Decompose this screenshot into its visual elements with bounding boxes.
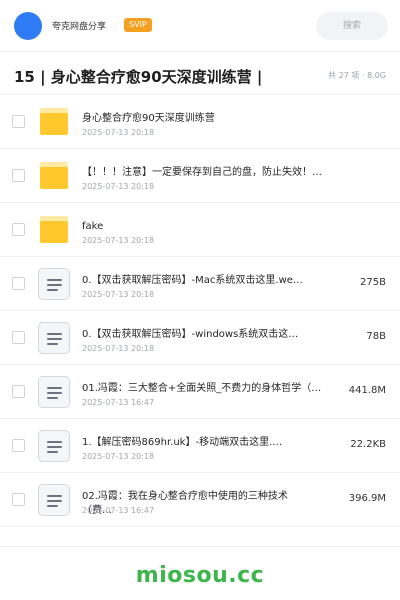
row-checkbox[interactable] (12, 439, 25, 452)
avatar[interactable] (14, 12, 42, 40)
document-icon (38, 484, 70, 516)
item-size: 22.2KB (350, 439, 386, 450)
folder-icon (40, 216, 68, 243)
item-date: 2025-07-13 20:18 (82, 344, 155, 353)
row-checkbox[interactable] (12, 331, 25, 344)
row-checkbox[interactable] (12, 223, 25, 236)
brand-name: 夸克网盘分享 (52, 22, 107, 32)
list-item[interactable]: fake 2025-07-13 20:18 (0, 203, 400, 257)
folder-icon (40, 162, 68, 189)
item-date: 2025-07-13 20:18 (82, 290, 155, 299)
divider (0, 546, 400, 547)
row-checkbox[interactable] (12, 493, 25, 506)
document-icon (38, 430, 70, 462)
svip-badge: SVIP (124, 18, 152, 32)
item-size: 78B (366, 331, 386, 342)
item-name: 01.冯霞：三大整合+全面关照_不费力的身体哲学（… (82, 383, 322, 394)
list-item[interactable]: 1.【解压密码869hr.uk】-移动端双击这里.… 2025-07-13 20… (0, 419, 400, 473)
item-size: 275B (360, 277, 386, 288)
item-date: 2025-07-13 16:47 (82, 398, 155, 407)
list-item[interactable]: 【！！！注意】一定要保存到自己的盘，防止失效！！！ 2025-07-13 20:… (0, 149, 400, 203)
document-icon (38, 376, 70, 408)
file-list: 身心整合疗愈90天深度训练营 2025-07-13 20:18 【！！！注意】一… (0, 95, 400, 527)
row-checkbox[interactable] (12, 169, 25, 182)
list-item[interactable]: 02.冯霞：我在身心整合疗愈中使用的三种技术（费… 2025-07-13 16:… (0, 473, 400, 527)
watermark: miosou.cc (135, 563, 265, 588)
item-date: 2025-07-13 20:18 (82, 236, 155, 245)
top-bar: 夸克网盘分享 SVIP 搜索 (0, 0, 400, 52)
item-name: 【！！！注意】一定要保存到自己的盘，防止失效！！！ (82, 167, 322, 178)
item-name: fake (82, 221, 104, 232)
item-name: 0.【双击获取解压密码】-Mac系统双击这里.we… (82, 275, 303, 286)
folder-icon (40, 108, 68, 135)
list-item[interactable]: 01.冯霞：三大整合+全面关照_不费力的身体哲学（… 2025-07-13 16… (0, 365, 400, 419)
item-name: 0.【双击获取解压密码】-windows系统双击这… (82, 329, 299, 340)
list-item[interactable]: 0.【双击获取解压密码】-Mac系统双击这里.we… 2025-07-13 20… (0, 257, 400, 311)
item-size: 441.8M (348, 385, 386, 396)
search-button[interactable]: 搜索 (316, 12, 388, 40)
item-name: 身心整合疗愈90天深度训练营 (82, 113, 215, 124)
list-item[interactable]: 0.【双击获取解压密码】-windows系统双击这… 2025-07-13 20… (0, 311, 400, 365)
item-date: 2025-07-13 20:18 (82, 182, 155, 191)
document-icon (38, 268, 70, 300)
row-checkbox[interactable] (12, 115, 25, 128)
row-checkbox[interactable] (12, 385, 25, 398)
list-item[interactable]: 身心整合疗愈90天深度训练营 2025-07-13 20:18 (0, 95, 400, 149)
item-size: 396.9M (348, 493, 386, 504)
item-name: 1.【解压密码869hr.uk】-移动端双击这里.… (82, 437, 283, 448)
item-date: 2025-07-13 20:18 (82, 128, 155, 137)
row-checkbox[interactable] (12, 277, 25, 290)
item-date: 2025-07-13 16:47 (82, 506, 155, 515)
item-date: 2025-07-13 20:18 (82, 452, 155, 461)
folder-title: 15 | 身心整合疗愈90天深度训练营 | (14, 68, 263, 86)
folder-stats: 共 27 项 · 8.0G (328, 71, 386, 80)
document-icon (38, 322, 70, 354)
